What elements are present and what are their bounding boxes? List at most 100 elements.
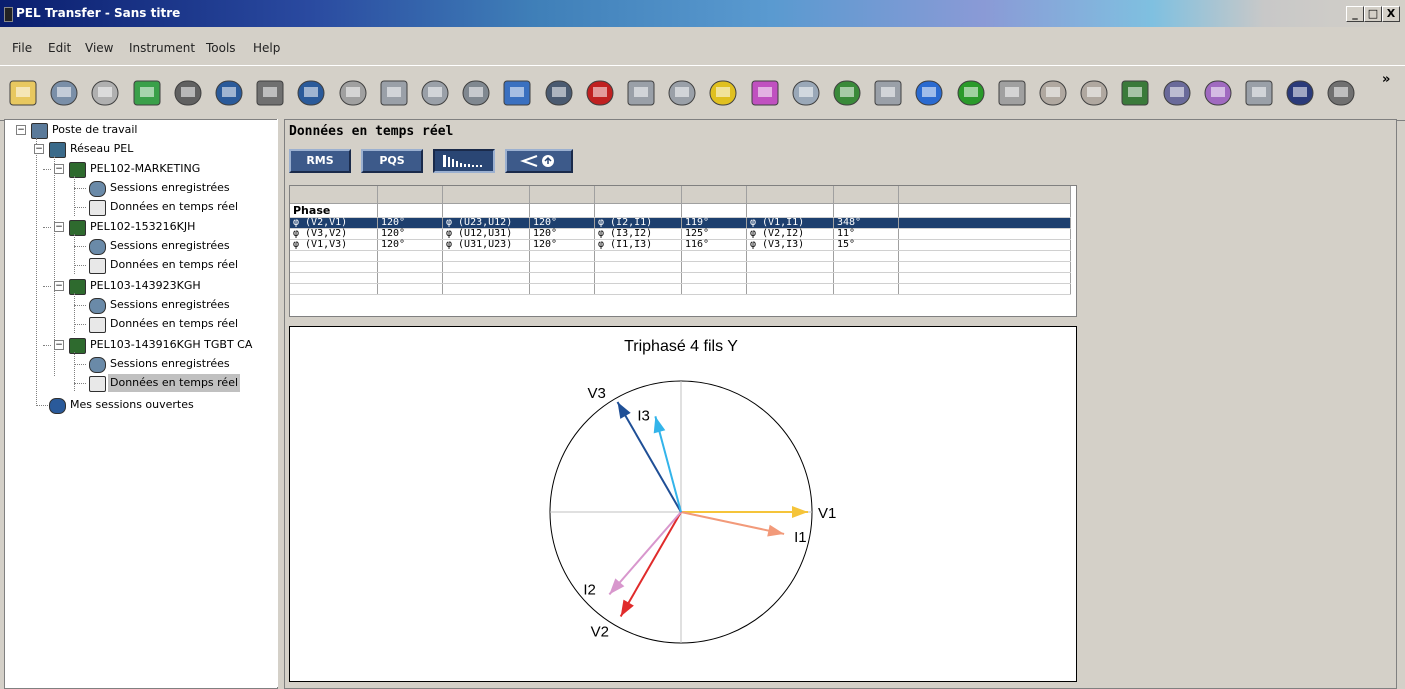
table-cell: φ (V3,I3) [746,239,834,251]
phasor-label-v3: V3 [588,385,606,402]
print-preview-icon[interactable] [253,76,287,110]
sync-icon[interactable] [500,76,534,110]
pqs-button[interactable]: PQS [361,149,423,173]
tree-item[interactable]: Poste de travail [31,121,273,139]
table-cell: 119° [681,217,747,229]
menu-instrument[interactable]: Instrument [129,41,195,55]
sign-icon[interactable] [1242,76,1276,110]
table-cell: 120° [377,217,443,229]
record-icon[interactable] [583,76,617,110]
zoom-out-icon[interactable] [418,76,452,110]
tools-icon[interactable] [542,76,576,110]
tree-item[interactable]: PEL103-143916KGH TGBT CA [69,336,273,354]
explorer-tree: Poste de travail − Réseau PEL − PEL102-MARKE… [4,119,278,689]
network-icon[interactable] [212,76,246,110]
menu-tools[interactable]: Tools [206,41,236,55]
harmonics-button[interactable] [433,149,495,173]
tree-connector [74,352,75,391]
phasor-button[interactable] [505,149,573,173]
pie-chart-icon[interactable] [748,76,782,110]
phasor-label-i2: I2 [583,581,596,598]
search-remove-icon[interactable] [665,76,699,110]
traffic-light-icon[interactable] [706,76,740,110]
tree-item[interactable]: Sessions enregistrées [89,237,273,255]
gear-icon[interactable] [1324,76,1358,110]
toolbar-overflow-button[interactable]: » [1382,72,1390,87]
tree-collapse-toggle[interactable]: − [54,340,64,350]
tree-item[interactable]: PEL102-153216KJH [69,218,273,236]
open-folder-icon[interactable] [6,76,40,110]
export-icon[interactable] [1118,76,1152,110]
folder-new-icon[interactable] [1036,76,1070,110]
tree-item[interactable]: Données en temps réel [89,256,273,274]
table-row[interactable]: φ (V2,V1) 120° φ (U23,U12) 120° φ (I2,I1… [290,217,1071,229]
table-row[interactable]: φ (V1,V3) 120° φ (U31,U23) 120° φ (I1,I3… [290,239,1071,251]
table-row [290,283,1071,295]
table-header-cell [529,186,595,204]
arrow-left-icon[interactable] [954,76,988,110]
tree-item[interactable]: Mes sessions ouvertes [49,396,273,414]
menu-file[interactable]: File [12,41,32,55]
tree-item[interactable]: Sessions enregistrées [89,179,273,197]
table-cell: φ (I3,I2) [594,228,682,240]
measure-icon[interactable] [871,76,905,110]
phasor-diagram: Triphasé 4 fils Y V1 I1 V2 I2 V3 I3 [289,326,1077,682]
maximize-button[interactable]: □ [1364,6,1382,22]
tree-item-label: Réseau PEL [70,142,134,155]
folder-open-icon[interactable] [1077,76,1111,110]
instrument-add-icon[interactable] [459,76,493,110]
tree-item-label: Données en temps réel [110,317,239,330]
table-cell: φ (V1,V3) [290,239,378,251]
phasor-label-v2: V2 [591,623,609,640]
refresh-icon[interactable] [912,76,946,110]
tree-item-label: PEL103-143916KGH TGBT CA [90,338,253,351]
tree-connector [74,176,75,216]
document-icon[interactable] [88,76,122,110]
menu-view[interactable]: View [85,41,113,55]
tree-collapse-toggle[interactable]: − [54,222,64,232]
chart-icon[interactable] [830,76,864,110]
print-icon[interactable] [171,76,205,110]
table-cell: φ (U12,U31) [442,228,530,240]
tree-collapse-toggle[interactable]: − [54,164,64,174]
report-icon[interactable] [336,76,370,110]
download-icon[interactable] [130,76,164,110]
tree-collapse-toggle[interactable]: − [54,281,64,291]
tree-item[interactable]: Sessions enregistrées [89,296,273,314]
minimize-button[interactable]: _ [1346,6,1364,22]
close-button[interactable]: X [1382,6,1400,22]
tree-item[interactable]: Données en temps réel [89,374,273,392]
tree-connector [43,169,51,170]
zoom-in-icon[interactable] [377,76,411,110]
phasor-label-i3: I3 [637,407,650,424]
table-row[interactable]: φ (V3,V2) 120° φ (U12,U31) 120° φ (I3,I2… [290,228,1071,240]
navigate-icon[interactable] [789,76,823,110]
tree-collapse-toggle[interactable]: − [16,125,26,135]
email-icon[interactable] [1201,76,1235,110]
tree-item[interactable]: Données en temps réel [89,198,273,216]
settings-wrench-icon[interactable] [1283,76,1317,110]
edit-icon[interactable] [1160,76,1194,110]
tree-item[interactable]: PEL103-143923KGH [69,277,273,295]
tree-collapse-toggle[interactable]: − [34,144,44,154]
realtime-panel: Données en temps réel RMS PQS Phase φ (V… [284,119,1397,689]
phasor-icon [520,155,554,167]
tree-item[interactable]: Sessions enregistrées [89,355,273,373]
tree-item[interactable]: PEL102-MARKETING [69,160,273,178]
realtime-icon [89,258,106,274]
phasor-i1-arrowhead [767,524,785,537]
menu-edit[interactable]: Edit [48,41,71,55]
tree-connector [43,286,51,287]
arrow-right-icon[interactable] [995,76,1029,110]
phasor-v3-arrowhead [617,402,631,419]
disconnect-icon[interactable] [294,76,328,110]
tree-connector [74,364,86,365]
save-icon[interactable] [47,76,81,110]
tree-item[interactable]: Réseau PEL [49,140,273,158]
tree-item[interactable]: Données en temps réel [89,315,273,333]
search-icon[interactable] [624,76,658,110]
menu-help[interactable]: Help [253,41,280,55]
session-icon [89,239,106,255]
tree-connector [74,324,86,325]
rms-button[interactable]: RMS [289,149,351,173]
